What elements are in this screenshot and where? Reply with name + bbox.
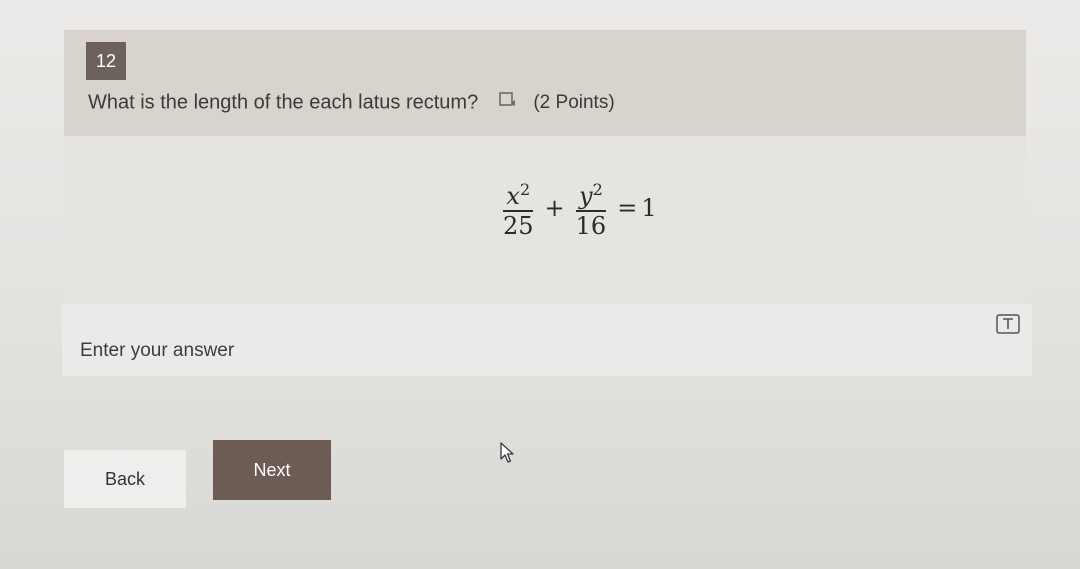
equals-sign: = [617,194,638,222]
question-points: (2 Points) [533,92,615,113]
immersive-reader-icon[interactable] [498,90,518,116]
fraction-y-term: y2 16 [573,176,610,240]
back-button[interactable]: Back [64,450,186,508]
next-button[interactable]: Next [213,440,331,500]
fraction-x-term: x2 25 [500,176,537,240]
y-exponent: 2 [592,180,603,199]
x-exponent: 2 [519,180,531,199]
plus-operator: + [544,194,565,222]
text-format-icon[interactable] [996,314,1020,339]
x-variable: x [506,182,520,210]
ellipse-equation: x2 25 + y2 16 = 1 [496,176,657,240]
y-variable: y [579,182,593,210]
mouse-cursor-icon [500,442,516,469]
answer-area [62,304,1032,376]
equation-result: 1 [641,194,657,222]
question-text-row: What is the length of the each latus rec… [88,90,615,116]
equation-box: x2 25 + y2 16 = 1 [64,136,1026,302]
y-denominator: 16 [575,212,607,240]
question-card: 12 What is the length of the each latus … [64,30,1026,138]
question-text: What is the length of the each latus rec… [88,91,479,114]
answer-input[interactable] [80,340,680,362]
x-denominator: 25 [503,212,534,240]
question-number-badge: 12 [86,42,126,80]
